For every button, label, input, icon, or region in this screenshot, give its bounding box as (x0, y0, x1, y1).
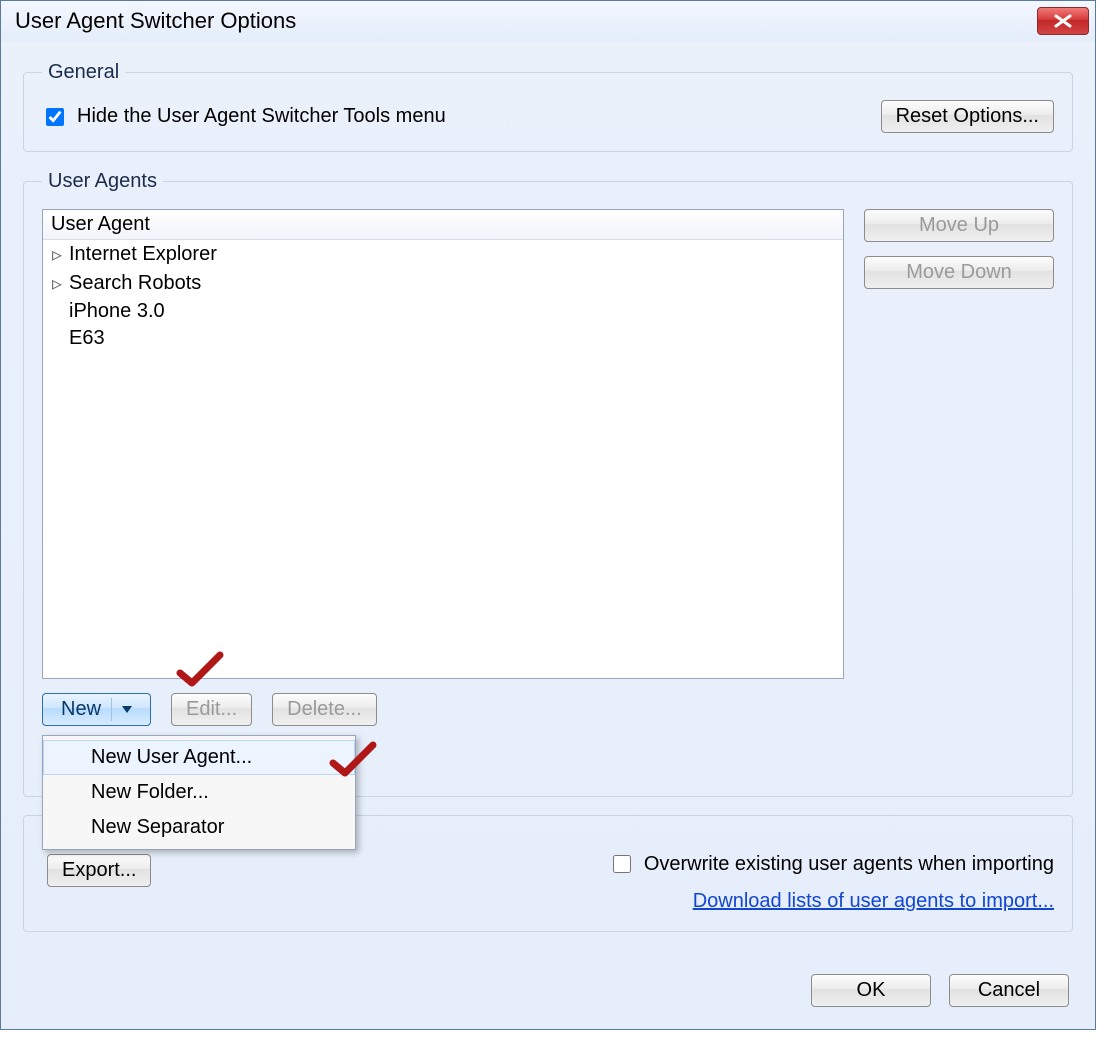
list-item-label: iPhone 3.0 (69, 300, 165, 323)
download-lists-link[interactable]: Download lists of user agents to import.… (693, 890, 1054, 913)
overwrite-checkbox[interactable] (613, 855, 631, 873)
separator (111, 698, 112, 721)
general-legend: General (42, 61, 125, 84)
list-item[interactable]: ▹ Search Robots (43, 269, 843, 298)
reorder-buttons: Move Up Move Down (864, 209, 1054, 289)
new-button[interactable]: New (42, 693, 151, 726)
dialog-window: User Agent Switcher Options General Hide… (0, 0, 1096, 1030)
hide-tools-menu-checkbox[interactable] (46, 108, 64, 126)
dialog-content: General Hide the User Agent Switcher Too… (1, 41, 1095, 932)
move-up-button[interactable]: Move Up (864, 209, 1054, 242)
list-item-label: Internet Explorer (69, 243, 217, 266)
titlebar: User Agent Switcher Options (1, 1, 1095, 41)
general-group: General Hide the User Agent Switcher Too… (23, 61, 1073, 152)
cancel-button[interactable]: Cancel (949, 974, 1069, 1007)
disclosure-triangle-icon[interactable]: ▹ (51, 242, 63, 267)
reset-options-button[interactable]: Reset Options... (881, 100, 1054, 133)
close-icon (1054, 14, 1072, 28)
hide-tools-menu-label: Hide the User Agent Switcher Tools menu (77, 105, 446, 128)
close-button[interactable] (1037, 7, 1089, 35)
move-down-button[interactable]: Move Down (864, 256, 1054, 289)
overwrite-option[interactable]: Overwrite existing user agents when impo… (609, 852, 1054, 876)
dropdown-caret-icon (122, 706, 132, 713)
window-title: User Agent Switcher Options (15, 8, 296, 34)
disclosure-triangle-icon[interactable]: ▹ (51, 271, 63, 296)
user-agents-legend: User Agents (42, 170, 163, 193)
ok-button[interactable]: OK (811, 974, 931, 1007)
list-item-label: E63 (69, 327, 105, 350)
list-action-buttons: New Edit... Delete... New User Agent... … (42, 693, 1054, 726)
menu-item-new-user-agent[interactable]: New User Agent... (43, 740, 355, 775)
user-agents-group: User Agents User Agent ▹ Internet Explor… (23, 170, 1073, 797)
list-item-label: Search Robots (69, 272, 201, 295)
new-dropdown-menu: New User Agent... New Folder... New Sepa… (42, 735, 356, 850)
user-agent-list[interactable]: User Agent ▹ Internet Explorer ▹ Search … (42, 209, 844, 679)
new-button-label: New (61, 698, 101, 721)
delete-button[interactable]: Delete... (272, 693, 376, 726)
menu-item-new-separator[interactable]: New Separator (43, 810, 355, 845)
menu-item-new-folder[interactable]: New Folder... (43, 775, 355, 810)
dialog-footer: OK Cancel (811, 974, 1069, 1007)
export-button[interactable]: Export... (47, 854, 151, 887)
list-item[interactable]: E63 (43, 325, 843, 352)
list-item[interactable]: iPhone 3.0 (43, 298, 843, 325)
edit-button[interactable]: Edit... (171, 693, 252, 726)
list-item[interactable]: ▹ Internet Explorer (43, 240, 843, 269)
hide-tools-menu-option[interactable]: Hide the User Agent Switcher Tools menu (42, 105, 446, 129)
list-column-header[interactable]: User Agent (43, 210, 843, 240)
overwrite-label: Overwrite existing user agents when impo… (644, 853, 1054, 876)
